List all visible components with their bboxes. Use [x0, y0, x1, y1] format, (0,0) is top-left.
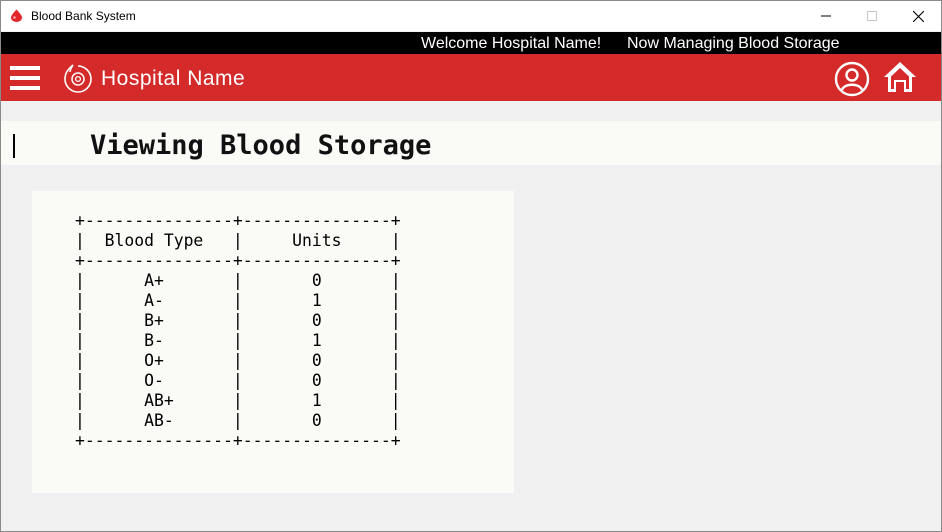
maximize-button[interactable] — [849, 1, 895, 31]
minimize-icon — [821, 15, 831, 17]
blood-type-cell: B- — [144, 331, 164, 350]
units-cell: 1 — [311, 391, 322, 410]
units-cell: 1 — [311, 291, 322, 310]
units-cell: 0 — [311, 371, 322, 390]
blood-type-cell: O+ — [144, 351, 164, 370]
blood-type-cell: B+ — [144, 311, 164, 330]
blood-type-header: Blood Type — [104, 231, 204, 250]
hospital-name: Hospital Name — [101, 67, 246, 90]
blood-type-cell: AB- — [144, 411, 174, 430]
info-bar: Welcome Hospital Name! Now Managing Bloo… — [1, 32, 941, 54]
table-row: | B+ | 0 | — [75, 311, 401, 330]
page-title-strip: Viewing Blood Storage — [1, 121, 941, 165]
window-title: Blood Bank System — [31, 9, 136, 23]
title-bar[interactable]: Blood Bank System — [1, 1, 941, 31]
blood-drop-app-icon — [11, 9, 22, 22]
table-row: | AB+ | 1 | — [75, 391, 401, 410]
app-header: Hospital Name — [1, 54, 941, 101]
table-row: | AB- | 0 | — [75, 411, 401, 430]
table-row: | O- | 0 | — [75, 371, 401, 390]
maximize-icon — [867, 11, 877, 21]
page-title: Viewing Blood Storage — [90, 130, 432, 161]
table-row: | A- | 1 | — [75, 291, 401, 310]
blood-storage-panel: +---------------+---------------+ | Bloo… — [32, 191, 514, 493]
blood-type-cell: O- — [144, 371, 164, 390]
home-icon[interactable] — [881, 59, 919, 95]
blood-type-cell: A- — [144, 291, 164, 310]
units-cell: 0 — [311, 311, 322, 330]
units-cell: 0 — [311, 411, 322, 430]
hamburger-menu-icon-bar — [10, 76, 40, 80]
table-header-row: | Blood Type | Units | — [75, 231, 401, 250]
table-row: | O+ | 0 | — [75, 351, 401, 370]
hamburger-menu-button[interactable] — [10, 66, 40, 90]
units-header: Units — [292, 231, 342, 250]
hamburger-menu-icon-bar — [10, 86, 40, 90]
table-row: | B- | 1 | — [75, 331, 401, 350]
app-window: Blood Bank System Welcome Hospital Name!… — [0, 0, 942, 532]
user-profile-icon[interactable] — [834, 61, 870, 97]
units-cell: 0 — [311, 271, 322, 290]
hamburger-menu-icon-bar — [10, 66, 40, 70]
text-cursor — [13, 134, 15, 158]
welcome-message: Welcome Hospital Name! — [421, 35, 602, 52]
units-cell: 0 — [311, 351, 322, 370]
blood-type-cell: A+ — [144, 271, 164, 290]
units-cell: 1 — [311, 331, 322, 350]
minimize-button[interactable] — [803, 1, 849, 31]
close-button[interactable] — [895, 1, 941, 31]
managing-status: Now Managing Blood Storage — [627, 35, 840, 52]
table-row: | A+ | 0 | — [75, 271, 401, 290]
close-icon — [912, 10, 924, 22]
blood-type-cell: AB+ — [144, 391, 174, 410]
blood-drop-logo-icon — [64, 64, 92, 93]
blood-storage-table: +---------------+---------------+ | Bloo… — [75, 211, 401, 450]
